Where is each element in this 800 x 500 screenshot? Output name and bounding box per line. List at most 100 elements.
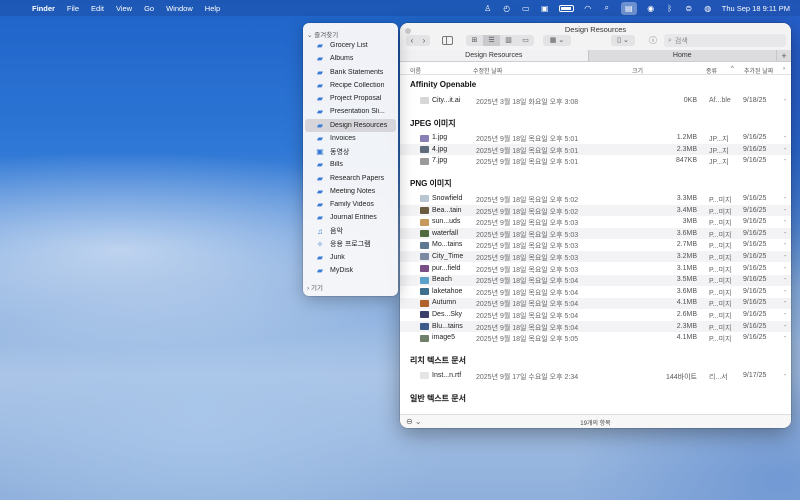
file-row[interactable]: laketahoe 2025년 9월 18일 목요일 오후 5:04 3.6MB P.… xyxy=(400,286,791,297)
share-button[interactable]: ▯ ⌄ xyxy=(611,35,635,46)
file-row[interactable]: 4.jpg 2025년 9월 18일 목요일 오후 5:01 2.3MB JP...지… xyxy=(400,144,791,156)
file-thumbnail-icon xyxy=(420,288,429,296)
tab-bar: Design Resources Home + xyxy=(400,50,791,62)
icon-view-button[interactable]: ⊞ xyxy=(466,35,483,46)
sidebar-item[interactable]: ▰ Design Resources xyxy=(305,118,396,132)
bluetooth-icon[interactable]: ᛒ xyxy=(665,3,675,13)
list-view-button[interactable]: ☰ xyxy=(483,35,500,46)
file-row[interactable]: waterfall 2025년 9월 18일 목요일 오후 5:03 3.6MB P.… xyxy=(400,228,791,240)
sidebar-item[interactable]: ▰ Project Proposal xyxy=(305,92,396,105)
spotlight-icon[interactable]: ⌕ xyxy=(602,3,612,13)
column-modified[interactable]: 수정한 날짜 xyxy=(473,66,502,75)
devices-header[interactable]: › 기기 xyxy=(307,282,323,292)
file-kind: P...미지 xyxy=(709,266,732,274)
file-row[interactable]: Blu...tains 2025년 9월 18일 목요일 오후 5:04 2.3MB… xyxy=(400,321,791,332)
sidebar-item[interactable]: ▰ Recipe Collection xyxy=(305,79,396,92)
sidebar-toggle-icon[interactable] xyxy=(442,36,453,45)
file-row[interactable]: Snowfield 2025년 9월 18일 목요일 오후 5:02 3.3MB P.… xyxy=(400,193,791,204)
file-row[interactable]: Des...Sky 2025년 9월 18일 목요일 오후 5:04 2.6MB P.… xyxy=(400,309,791,320)
sort-ascending-icon: ^ xyxy=(731,66,734,72)
sidebar-item[interactable]: ▰ Research Papers xyxy=(305,172,396,185)
record-icon[interactable]: ◉ xyxy=(646,3,656,13)
file-row[interactable]: image5 2025년 9월 18일 목요일 오후 5:05 4.1MB P...미… xyxy=(400,333,791,344)
file-added: 9/18/25 xyxy=(743,96,767,104)
file-name: Bea...tain xyxy=(432,206,462,214)
file-thumbnail-icon xyxy=(420,207,429,214)
menu-help[interactable]: Help xyxy=(205,4,220,13)
sidebar-item[interactable]: ▣ 동영상 xyxy=(305,145,396,158)
column-added[interactable]: 추가된 날짜 xyxy=(744,66,773,75)
file-row[interactable]: Bea...tain 2025년 9월 18일 목요일 오후 5:02 3.4MB P… xyxy=(400,205,791,216)
sidebar-item[interactable]: ▰ Meeting Notes xyxy=(305,185,396,198)
column-more-icon[interactable]: › xyxy=(783,66,785,72)
file-row[interactable]: sun...uds 2025년 9월 18일 목요일 오후 5:03 3MB P...… xyxy=(400,217,791,228)
time-machine-icon[interactable]: ◴ xyxy=(502,3,512,13)
file-row[interactable]: 1.jpg 2025년 9월 18일 목요일 오후 5:01 1.2MB JP...지… xyxy=(400,133,791,144)
file-row[interactable]: Beach 2025년 9월 18일 목요일 오후 5:04 3.5MB P...미지… xyxy=(400,274,791,286)
sidebar-item[interactable]: ▰ Albums xyxy=(305,52,396,65)
extra-column-cell: - xyxy=(784,276,787,284)
file-modified: 2025년 9월 18일 목요일 오후 5:03 xyxy=(476,254,579,262)
file-row[interactable]: Autumn 2025년 9월 18일 목요일 오후 5:04 4.1MB P...미… xyxy=(400,297,791,309)
file-modified: 2025년 9월 18일 목요일 오후 5:05 xyxy=(476,336,579,344)
file-row[interactable]: City_Time 2025년 9월 18일 목요일 오후 5:03 3.2MB P.… xyxy=(400,251,791,263)
sidebar-item[interactable]: ▰ Bills xyxy=(305,158,396,171)
sidebar-item[interactable]: ▰ MyDisk xyxy=(305,264,396,277)
back-button[interactable]: ‹ xyxy=(406,35,418,46)
column-size[interactable]: 크기 xyxy=(632,66,643,75)
sidebar-item-label: 음악 xyxy=(330,228,343,235)
extra-column-cell: - xyxy=(784,206,787,214)
column-kind[interactable]: 종류 xyxy=(706,66,717,75)
group-by-button[interactable]: ▦ ⌄ xyxy=(543,35,571,46)
column-view-button[interactable]: ▥ xyxy=(500,35,517,46)
wifi-icon[interactable]: ◠ xyxy=(583,3,593,13)
add-tab-button[interactable]: + xyxy=(777,50,791,61)
tab-home[interactable]: Home xyxy=(589,50,777,61)
tab-design-resources[interactable]: Design Resources xyxy=(400,50,589,61)
sidebar-item[interactable]: ✧ 응용 프로그램 xyxy=(305,238,396,251)
column-name[interactable]: 이름 xyxy=(410,66,421,75)
extra-column-cell: - xyxy=(784,194,787,202)
clock[interactable]: Thu Sep 18 9:11 PM xyxy=(722,4,790,13)
file-row[interactable]: 7.jpg 2025년 9월 18일 목요일 오후 5:01 847KB JP...지… xyxy=(400,156,791,167)
control-center-icon[interactable]: ⊜ xyxy=(684,3,694,13)
file-kind: P...미지 xyxy=(709,243,732,251)
status-bar: ⊖ ⌄ 19개의 항목 xyxy=(400,414,791,428)
menu-view[interactable]: View xyxy=(116,4,132,13)
battery-icon[interactable] xyxy=(558,4,574,12)
file-size: 4.1MB xyxy=(676,334,697,342)
sidebar-item-label: Journal Entries xyxy=(330,214,377,222)
sidebar-item[interactable]: ▰ Bank Statements xyxy=(305,66,396,79)
screen-mirroring-icon[interactable]: ▭ xyxy=(521,3,531,13)
file-added: 9/16/25 xyxy=(743,229,767,237)
menu-edit[interactable]: Edit xyxy=(91,4,104,13)
image-capture-icon[interactable]: ▣ xyxy=(540,3,550,13)
gallery-view-button[interactable]: ▭ xyxy=(517,35,534,46)
sidebar-item[interactable]: ▰ Presentation Sli... xyxy=(305,105,396,118)
menu-window[interactable]: Window xyxy=(166,4,193,13)
info-icon[interactable]: ⓘ xyxy=(649,35,657,46)
finder-shelf-icon[interactable]: ▤ xyxy=(620,1,637,15)
sidebar-item[interactable]: ▰ Invoices xyxy=(305,132,396,145)
sidebar-item[interactable]: ▰ Junk xyxy=(305,251,396,264)
file-row[interactable]: Inst...n.rtf 2025년 9월 17일 수요일 오후 2:34 144바… xyxy=(400,370,791,381)
sidebar-item[interactable]: ▰ Journal Entries xyxy=(305,211,396,224)
menu-file[interactable]: File xyxy=(67,4,79,13)
siri-icon[interactable]: ◍ xyxy=(703,3,713,13)
file-modified: 2025년 9월 18일 목요일 오후 5:01 xyxy=(476,136,579,144)
file-size: 144바이트 xyxy=(666,373,697,381)
menu-go[interactable]: Go xyxy=(144,4,154,13)
file-kind: P...미지 xyxy=(709,208,732,216)
search-field[interactable]: ⌕ 검색 xyxy=(664,34,786,47)
menu-finder[interactable]: Finder xyxy=(32,4,55,13)
file-row[interactable]: pur...field 2025년 9월 18일 목요일 오후 5:03 3.1MB… xyxy=(400,263,791,274)
sidebar-item[interactable]: ▰ Family Videos xyxy=(305,198,396,211)
sidebar-item[interactable]: ▰ Grocery List xyxy=(305,39,396,52)
sidebar-item[interactable]: ♫ 음악 xyxy=(305,225,396,238)
file-row[interactable]: Mo...tains 2025년 9월 18일 목요일 오후 5:03 2.7MB P… xyxy=(400,240,791,251)
file-thumbnail-icon xyxy=(420,265,429,272)
favorites-header[interactable]: ⌄ 즐겨찾기 xyxy=(307,29,338,39)
forward-button[interactable]: › xyxy=(418,35,430,46)
accessibility-icon[interactable]: ♙ xyxy=(483,3,493,13)
file-row[interactable]: City...it.ai 2025년 3월 18일 화요일 오후 3:08 0KB A… xyxy=(400,95,791,106)
